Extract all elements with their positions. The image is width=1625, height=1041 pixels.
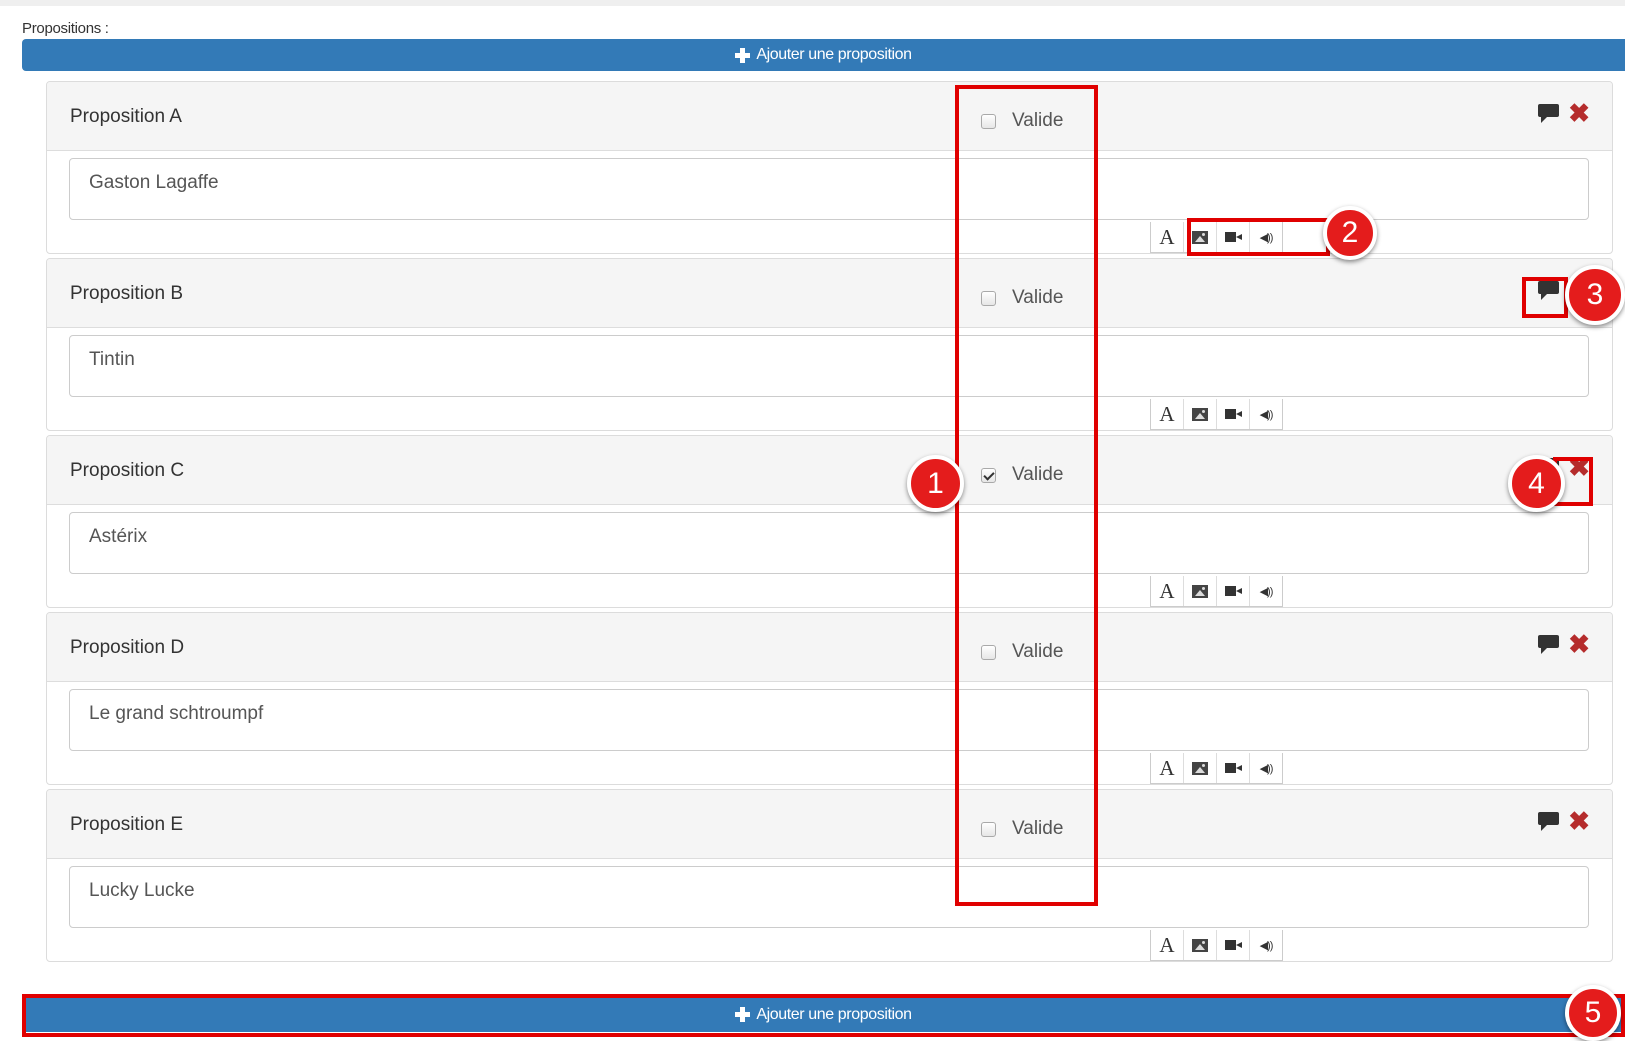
valid-label: Valide (1012, 110, 1064, 131)
valid-checkbox-group[interactable]: Valide (981, 641, 1063, 663)
proposition-title: Proposition E (70, 814, 184, 835)
valid-checkbox-group[interactable]: Valide (981, 818, 1063, 840)
valid-checkbox-group[interactable]: Valide (981, 287, 1063, 309)
proposition-panel-c: Proposition C Valide ✖ Astérix A ◀)) (46, 435, 1613, 608)
comment-icon[interactable] (1538, 635, 1559, 654)
valid-label: Valide (1012, 464, 1064, 485)
sound-icon[interactable]: ◀)) (1250, 222, 1282, 252)
video-icon[interactable] (1217, 576, 1250, 606)
proposition-title: Proposition A (70, 106, 182, 127)
panel-header: Proposition B Valide ✖ (47, 259, 1612, 328)
sound-icon[interactable]: ◀)) (1250, 399, 1282, 429)
valid-checkbox-group[interactable]: Valide (981, 110, 1063, 132)
valid-checkbox[interactable] (981, 290, 996, 306)
media-toolbar: A ◀)) (1150, 576, 1283, 607)
media-toolbar: A ◀)) (1150, 222, 1283, 253)
proposition-text-field[interactable]: Tintin (69, 335, 1589, 397)
delete-icon[interactable]: ✖ (1568, 454, 1590, 480)
proposition-panel-d: Proposition D Valide ✖ Le grand schtroum… (46, 612, 1613, 785)
video-icon[interactable] (1217, 399, 1250, 429)
image-icon[interactable] (1184, 576, 1217, 606)
plus-icon (735, 47, 751, 63)
panel-header: Proposition C Valide ✖ (47, 436, 1612, 505)
media-toolbar: A ◀)) (1150, 930, 1283, 961)
top-strip (0, 0, 1625, 6)
delete-icon[interactable]: ✖ (1568, 808, 1590, 834)
image-icon[interactable] (1184, 399, 1217, 429)
proposition-title: Proposition B (70, 283, 184, 304)
proposition-panel-e: Proposition E Valide ✖ Lucky Lucke A ◀)) (46, 789, 1613, 962)
comment-icon[interactable] (1538, 812, 1559, 831)
media-toolbar: A ◀)) (1150, 399, 1283, 430)
annotation-badge-5: 5 (1565, 985, 1621, 1041)
comment-icon[interactable] (1538, 104, 1559, 123)
image-icon[interactable] (1184, 753, 1217, 783)
delete-icon[interactable]: ✖ (1568, 631, 1590, 657)
proposition-text-field[interactable]: Le grand schtroumpf (69, 689, 1589, 751)
section-label: Propositions : (22, 20, 109, 37)
comment-icon[interactable] (1538, 281, 1559, 300)
annotation-badge-4: 4 (1508, 455, 1565, 512)
sound-icon[interactable]: ◀)) (1250, 930, 1282, 960)
image-icon[interactable] (1184, 222, 1217, 252)
valid-checkbox-group[interactable]: Valide (981, 464, 1063, 486)
video-icon[interactable] (1217, 930, 1250, 960)
valid-checkbox[interactable] (981, 821, 996, 837)
sound-icon[interactable]: ◀)) (1250, 576, 1282, 606)
valid-label: Valide (1012, 818, 1064, 839)
text-icon[interactable]: A (1151, 399, 1184, 429)
valid-label: Valide (1012, 641, 1064, 662)
text-icon[interactable]: A (1151, 222, 1184, 252)
annotation-badge-1: 1 (907, 455, 964, 512)
annotation-badge-3: 3 (1565, 265, 1625, 325)
sound-icon[interactable]: ◀)) (1250, 753, 1282, 783)
panel-header: Proposition A Valide ✖ (47, 82, 1612, 151)
add-proposition-label: Ajouter une proposition (756, 1005, 912, 1023)
proposition-panel-a: Proposition A Valide ✖ Gaston Lagaffe A … (46, 81, 1613, 254)
panel-header: Proposition D Valide ✖ (47, 613, 1612, 682)
delete-icon[interactable]: ✖ (1568, 100, 1590, 126)
text-icon[interactable]: A (1151, 930, 1184, 960)
media-toolbar: A ◀)) (1150, 753, 1283, 784)
annotation-badge-2: 2 (1323, 206, 1377, 260)
valid-label: Valide (1012, 287, 1064, 308)
proposition-title: Proposition D (70, 637, 185, 658)
plus-icon (735, 1007, 751, 1022)
proposition-panel-b: Proposition B Valide ✖ Tintin A ◀)) (46, 258, 1613, 431)
valid-checkbox[interactable] (981, 467, 996, 483)
add-proposition-label: Ajouter une proposition (756, 46, 912, 63)
image-icon[interactable] (1184, 930, 1217, 960)
text-icon[interactable]: A (1151, 576, 1184, 606)
panel-header: Proposition E Valide ✖ (47, 790, 1612, 859)
video-icon[interactable] (1217, 222, 1250, 252)
add-proposition-button-bottom[interactable]: Ajouter une proposition (22, 997, 1625, 1032)
proposition-text-field[interactable]: Astérix (69, 512, 1589, 574)
add-proposition-button-top[interactable]: Ajouter une proposition (22, 39, 1625, 71)
video-icon[interactable] (1217, 753, 1250, 783)
text-icon[interactable]: A (1151, 753, 1184, 783)
valid-checkbox[interactable] (981, 644, 996, 660)
valid-checkbox[interactable] (981, 113, 996, 129)
proposition-text-field[interactable]: Lucky Lucke (69, 866, 1589, 928)
proposition-title: Proposition C (70, 460, 185, 481)
